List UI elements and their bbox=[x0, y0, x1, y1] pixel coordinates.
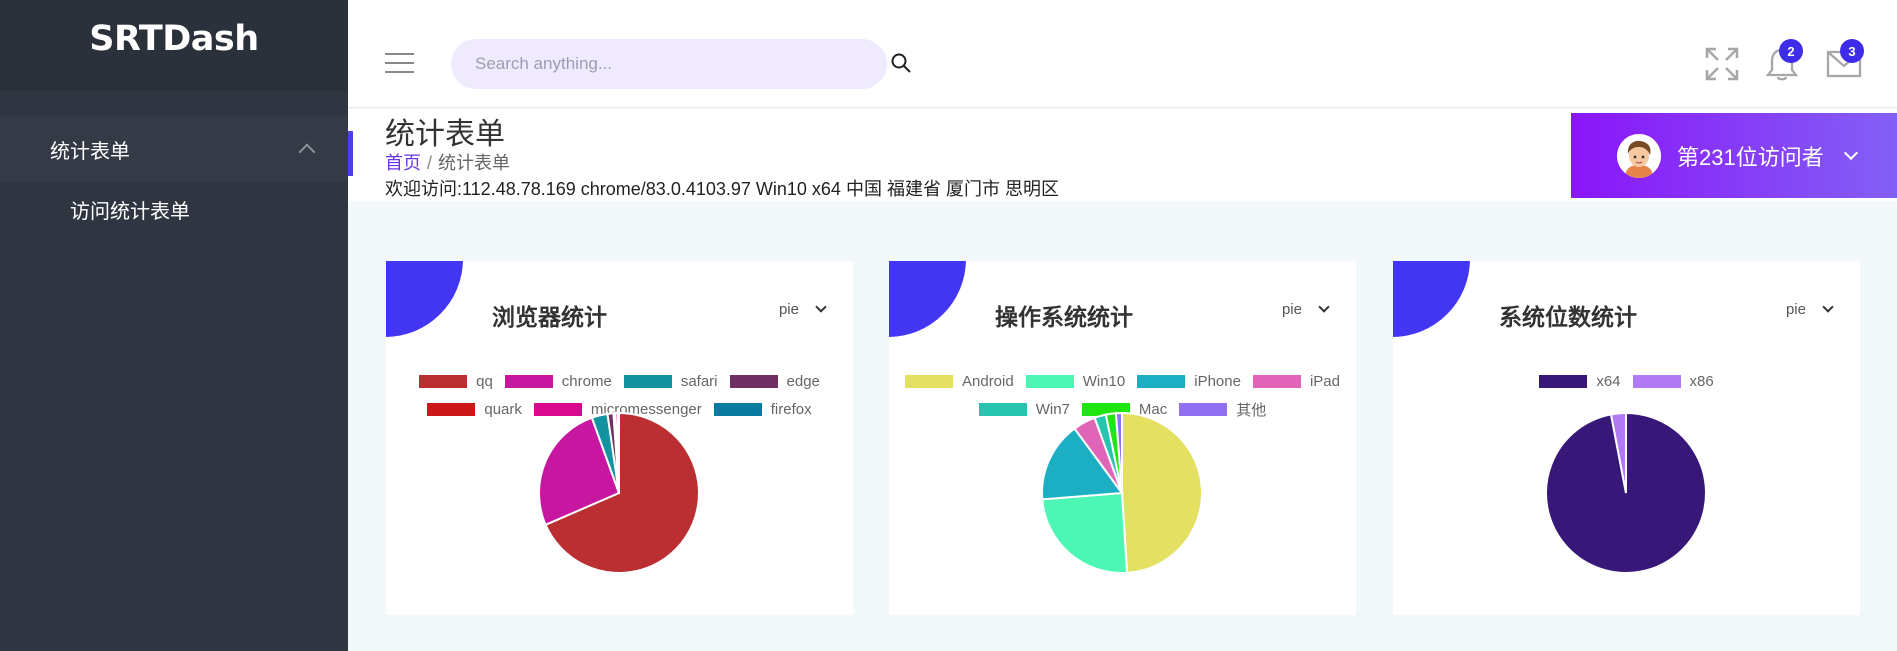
sidebar: SRTDash 统计表单 访问统计表单 bbox=[0, 0, 348, 651]
arch-stats-card: 系统位数统计 pie x64 x86 bbox=[1393, 261, 1860, 615]
page-title: 统计表单 bbox=[385, 118, 505, 151]
os-stats-card: 操作系统统计 pie Android Win10 iPhone iPad Win7 Mac… bbox=[889, 261, 1356, 615]
welcome-text: 欢迎访问:112.48.78.169 chrome/83.0.4103.97 W… bbox=[385, 179, 1059, 199]
breadcrumb: 首页 / 统计表单 bbox=[385, 149, 510, 175]
pie-chart bbox=[1545, 411, 1707, 574]
chevron-down-icon bbox=[1843, 145, 1858, 161]
pie-slice-Win10[interactable] bbox=[1041, 491, 1129, 574]
sidebar-subitem-label: 访问统计表单 bbox=[70, 200, 190, 223]
top-header: 2 3 bbox=[348, 0, 1897, 108]
logo-area: SRTDash bbox=[0, 0, 348, 90]
sidebar-menu: 统计表单 访问统计表单 bbox=[0, 116, 348, 236]
breadcrumb-separator: / bbox=[427, 153, 433, 173]
pie-chart bbox=[538, 411, 700, 574]
pie-slice-Android[interactable] bbox=[1121, 411, 1203, 574]
message-badge: 3 bbox=[1840, 39, 1864, 63]
logo[interactable]: SRTDash bbox=[89, 19, 259, 59]
fullscreen-icon[interactable] bbox=[1705, 47, 1739, 81]
pie-chart bbox=[1041, 411, 1203, 574]
sidebar-item-stats-forms[interactable]: 统计表单 bbox=[0, 116, 348, 182]
sidebar-item-label: 统计表单 bbox=[50, 140, 130, 163]
search-icon[interactable] bbox=[890, 52, 912, 74]
notification-badge: 2 bbox=[1779, 39, 1803, 63]
avatar bbox=[1617, 133, 1661, 178]
user-profile-dropdown[interactable]: 第231位访问者 bbox=[1571, 113, 1897, 198]
search-input[interactable] bbox=[451, 39, 887, 89]
breadcrumb-home-link[interactable]: 首页 bbox=[385, 153, 421, 173]
sidebar-subitem-visit-stats[interactable]: 访问统计表单 bbox=[0, 182, 348, 236]
chevron-up-icon bbox=[298, 143, 316, 161]
user-name: 第231位访问者 bbox=[1677, 144, 1824, 170]
menu-toggle-icon[interactable] bbox=[385, 53, 414, 73]
browser-stats-card: 浏览器统计 pie qq chrome safari edge quark microme… bbox=[386, 261, 853, 615]
title-accent-bar bbox=[348, 131, 353, 176]
breadcrumb-current: 统计表单 bbox=[438, 153, 511, 173]
